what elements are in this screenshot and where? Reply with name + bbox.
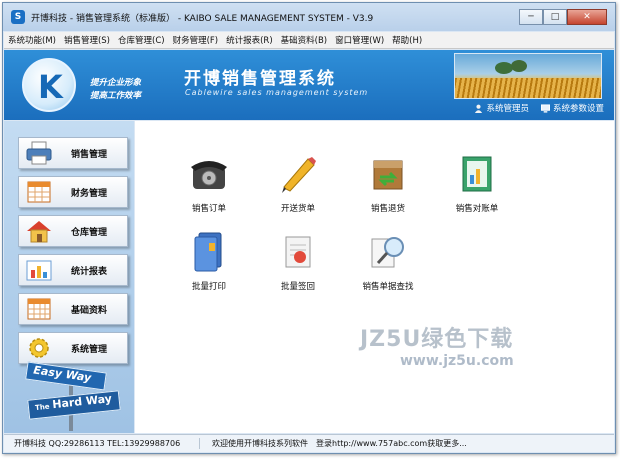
function-label: 销售订单 <box>191 204 226 214</box>
function-label: 批量打印 <box>191 282 226 292</box>
function-batch-sign-back[interactable]: 批量签回 <box>258 229 338 292</box>
wheat-shape <box>455 78 601 98</box>
gear-icon <box>29 338 49 358</box>
window-controls: ─ □ ✕ <box>519 9 607 25</box>
sign-easy-way: Easy Way <box>25 361 107 391</box>
menu-sales[interactable]: 销售管理(S) <box>60 34 114 46</box>
sidebar-item-warehouse[interactable]: 仓库管理 <box>18 215 128 247</box>
bar-chart-icon <box>26 260 52 281</box>
sign-hard-way: The Hard Way <box>27 390 121 420</box>
close-button[interactable]: ✕ <box>567 9 607 25</box>
grid-icon <box>27 298 51 320</box>
search-document-icon <box>371 237 404 268</box>
function-label: 销售单据查找 <box>362 282 414 292</box>
slogan-line1: 提升企业形象 <box>90 78 142 88</box>
user-bar: 系统管理员 系统参数设置 <box>474 102 604 114</box>
sign-back-icon <box>285 236 311 268</box>
function-document-search[interactable]: 销售单据查找 <box>348 229 428 292</box>
function-label: 开送货单 <box>280 204 315 214</box>
header-banner: K 提升企业形象 提高工作效率 开博销售管理系统 Cablewire sales… <box>4 50 614 120</box>
status-bar: 开博科技 QQ:29286113 TEL:13929988706 欢迎使用开博科… <box>4 434 614 452</box>
house-icon <box>27 221 51 243</box>
sidebar-item-sales[interactable]: 销售管理 <box>18 137 128 169</box>
menu-reports[interactable]: 统计报表(R) <box>222 34 277 46</box>
menu-system[interactable]: 系统功能(M) <box>4 34 60 46</box>
app-window: S 开博科技 - 销售管理系统（标准版） - KAIBO SALE MANAGE… <box>2 2 616 454</box>
title-bar: S 开博科技 - 销售管理系统（标准版） - KAIBO SALE MANAGE… <box>3 3 615 31</box>
app-icon: S <box>11 10 25 24</box>
sidebar-item-system[interactable]: 系统管理 <box>18 332 128 364</box>
function-batch-print[interactable]: 批量打印 <box>169 229 249 292</box>
menu-finance[interactable]: 财务管理(F) <box>169 34 223 46</box>
function-sales-order[interactable]: 销售订单 <box>169 151 249 214</box>
binder-icon <box>194 232 222 272</box>
sidebar-item-label: 基础资料 <box>71 305 108 316</box>
function-sales-statement[interactable]: 销售对账单 <box>437 151 517 214</box>
logo: K <box>22 58 76 112</box>
sidebar-item-finance[interactable]: 财务管理 <box>18 176 128 208</box>
telephone-icon <box>191 161 227 189</box>
maximize-button[interactable]: □ <box>543 9 567 25</box>
function-label: 批量签回 <box>280 282 315 292</box>
user-icon <box>475 104 483 113</box>
system-title: 开博销售管理系统 <box>184 69 336 89</box>
sidebar: 销售管理 财务管理 仓库管理 统计报表 基础资料 系统管理 Easy Way T… <box>4 121 134 433</box>
menu-window[interactable]: 窗口管理(W) <box>331 34 388 46</box>
function-label: 销售退货 <box>370 204 405 214</box>
printer-icon <box>26 141 52 165</box>
menu-bar: 系统功能(M) 销售管理(S) 仓库管理(C) 财务管理(F) 统计报表(R) … <box>4 32 614 49</box>
sidebar-item-label: 统计报表 <box>71 266 108 277</box>
ledger-icon <box>462 156 492 192</box>
sidebar-item-basic-data[interactable]: 基础资料 <box>18 293 128 325</box>
system-settings-link[interactable]: 系统参数设置 <box>553 102 604 114</box>
sidebar-item-label: 销售管理 <box>71 149 108 160</box>
function-sales-return[interactable]: 销售退货 <box>348 151 428 214</box>
easy-way-sign-image: Easy Way The Hard Way <box>14 361 129 431</box>
watermark-text: JZ5U绿色下载 <box>360 327 514 352</box>
sidebar-item-reports[interactable]: 统计报表 <box>18 254 128 286</box>
sidebar-item-label: 财务管理 <box>71 188 108 199</box>
window-title: 开博科技 - 销售管理系统（标准版） - KAIBO SALE MANAGEME… <box>31 13 374 24</box>
sidebar-item-label: 系统管理 <box>71 344 108 355</box>
sidebar-item-label: 仓库管理 <box>71 227 108 238</box>
logo-letter: K <box>38 68 63 106</box>
tree-shape-2 <box>511 60 527 72</box>
wheat-field-image <box>454 53 602 99</box>
sign-hard-way-prefix: The <box>34 402 50 413</box>
slogan-line2: 提高工作效率 <box>90 91 142 101</box>
menu-help[interactable]: 帮助(H) <box>388 34 426 46</box>
function-delivery-note[interactable]: 开送货单 <box>258 151 338 214</box>
menu-warehouse[interactable]: 仓库管理(C) <box>114 34 169 46</box>
minimize-button[interactable]: ─ <box>519 9 543 25</box>
menu-basic-data[interactable]: 基础资料(B) <box>277 34 331 46</box>
function-label: 销售对账单 <box>455 204 499 214</box>
return-box-icon <box>373 160 403 190</box>
current-user-link[interactable]: 系统管理员 <box>486 102 529 114</box>
system-subtitle: Cablewire sales management system <box>185 88 369 97</box>
sign-hard-way-text: Hard Way <box>51 392 113 412</box>
calendar-icon <box>27 181 51 203</box>
pencil-icon <box>282 157 316 193</box>
monitor-icon <box>540 103 550 113</box>
function-panel: 销售订单 开送货单 销售退货 销售对账单 批量打印 批量签回 销售单据查找 JZ… <box>135 121 614 433</box>
status-company-info: 开博科技 QQ:29286113 TEL:13929988706 <box>4 438 200 449</box>
watermark-url: www.jz5u.com <box>400 353 514 369</box>
status-welcome-message: 欢迎使用开博科技系列软件 登录http://www.757abc.com获取更多… <box>212 439 467 448</box>
